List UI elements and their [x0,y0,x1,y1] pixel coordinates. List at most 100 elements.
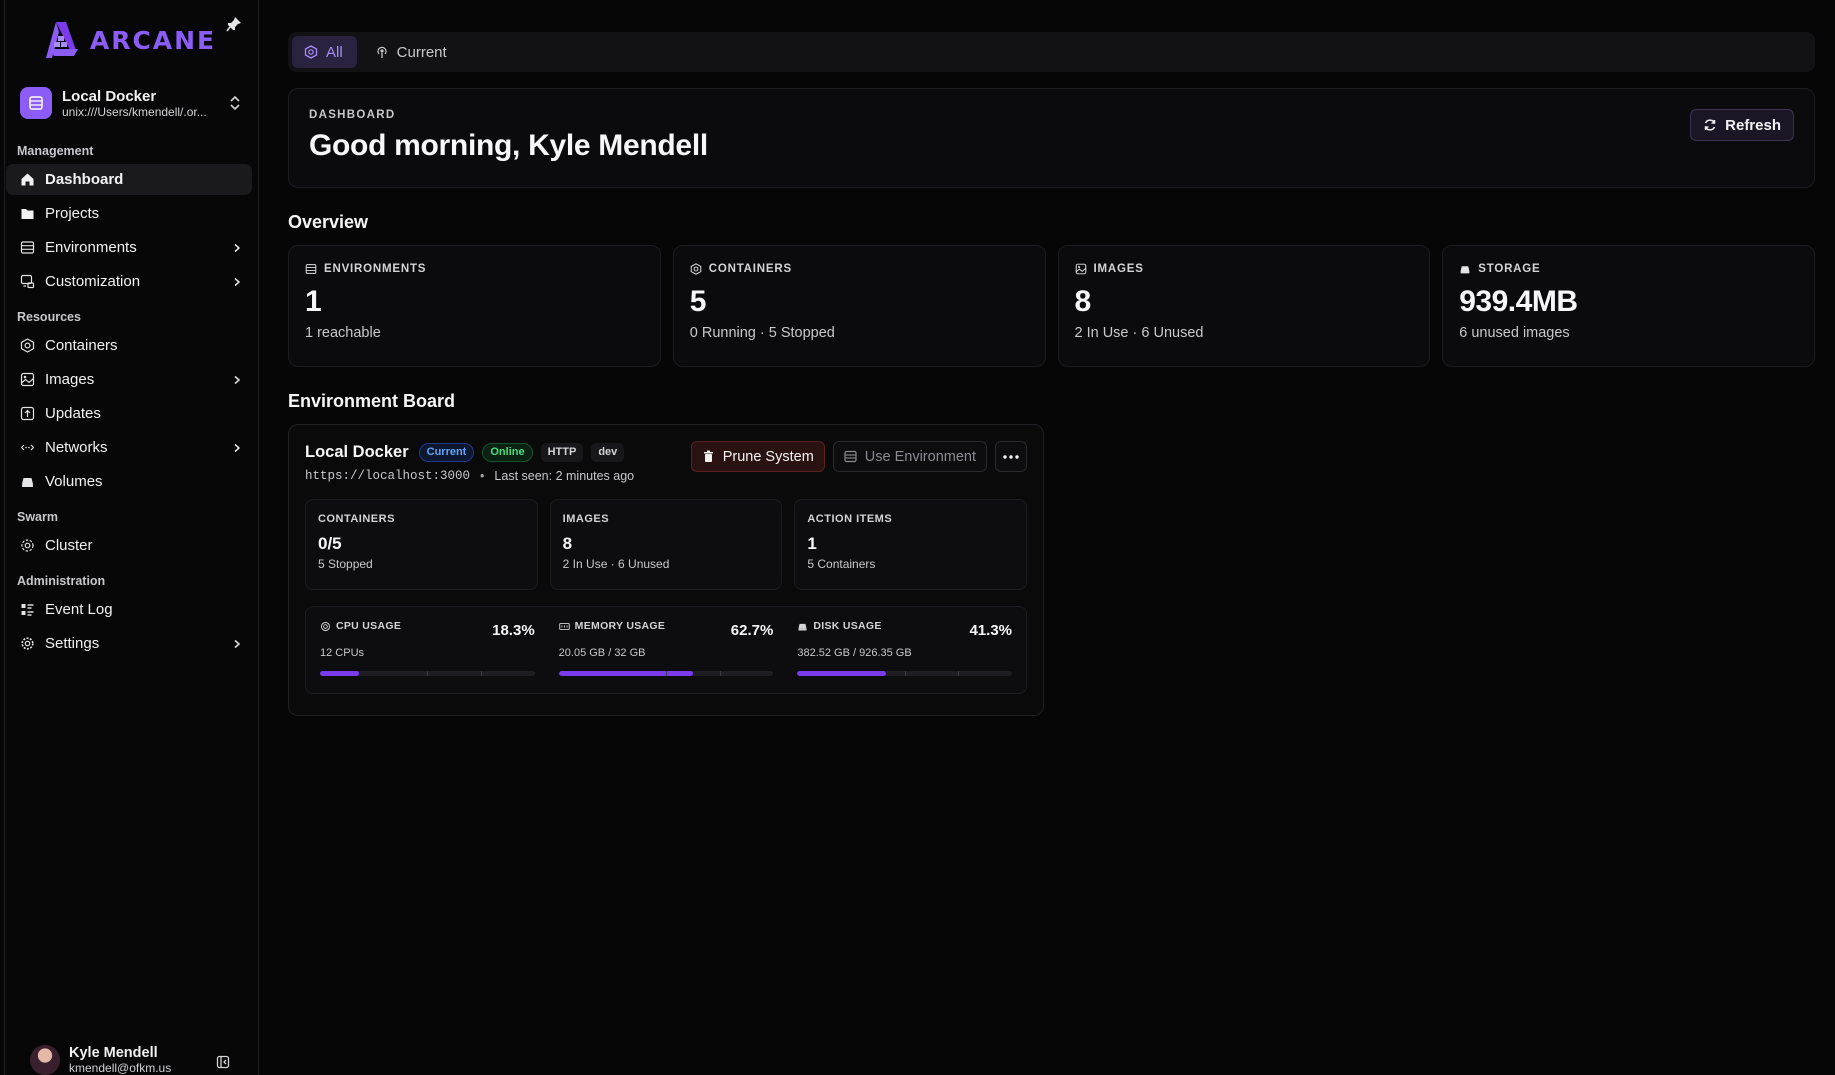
logout-icon[interactable] [216,1055,230,1069]
sidebar-section-label: Swarm [17,510,58,524]
chevron-right-icon [234,443,241,452]
sidebar-item-label: Settings [45,635,100,652]
network-icon [21,444,34,451]
scope-tabs: All Current [288,32,1815,72]
volume-icon [22,478,33,487]
dashboard-header: DASHBOARD Good morning, Kyle Mendell Ref… [288,88,1815,188]
status-badge: Online [482,442,533,462]
environment-url: https://localhost:3000 [305,469,471,483]
sidebar-section-label: Administration [17,574,106,588]
sidebar-item-networks[interactable]: Networks [6,432,252,463]
use-environment-button[interactable]: Use Environment [832,441,987,472]
more-options-button[interactable] [995,441,1027,472]
stat-card-label: IMAGES [1093,263,1144,275]
logo[interactable]: ARCANE [42,20,216,60]
usage-tick [427,671,429,676]
user-text: Kyle Mendell kmendell@ofkm.us [69,1045,171,1075]
usage-percent: 41.3% [969,622,1013,639]
storage-icon [1460,266,1470,274]
sidebar-item-label: Volumes [45,473,103,490]
stat-card-value: 8 [1074,285,1092,318]
chevron-right-icon [234,639,241,648]
environment-avatar [20,87,52,119]
separator: • [480,469,485,483]
environment-stat-action-items[interactable]: ACTION ITEMS 1 5 Containers [794,499,1028,590]
usage-memory-usage: MEMORY USAGE 62.7% 20.05 GB / 32 GB [558,620,774,680]
customize-icon [20,274,35,289]
stat-card-value: 939.4MB [1459,285,1578,318]
sidebar-item-label: Updates [45,405,101,422]
usage-progress-fill [797,671,886,676]
environment-card-name[interactable]: Local Docker [305,443,409,462]
environment-stat-images[interactable]: IMAGES 8 2 In Use · 6 Unused [549,499,783,590]
sidebar-item-label: Images [45,371,95,388]
stat-card-images[interactable]: IMAGES 8 2 In Use · 6 Unused [1057,245,1431,367]
environment-stat-value: 1 [807,534,817,553]
sidebar-edge [4,0,5,1075]
refresh-button[interactable]: Refresh [1690,109,1794,141]
refresh-label: Refresh [1725,116,1781,134]
stat-card-header: IMAGES [1075,263,1414,275]
user-name: Kyle Mendell [69,1045,158,1061]
chevrons-up-down-icon [230,95,240,111]
environment-actions: Prune System Use Environment [690,441,1027,472]
environment-stat-containers[interactable]: CONTAINERS 0/5 5 Stopped [305,499,538,590]
sidebar-item-volumes[interactable]: Volumes [6,466,252,497]
resource-usage: CPU USAGE 18.3% 12 CPUs MEMORY USAGE 62.7% 20… [305,606,1027,694]
refresh-icon [1704,119,1716,131]
overview-stats: ENVIRONMENTS 1 1 reachable CONTAINERS 5 0 Run… [288,245,1815,367]
sidebar-item-containers[interactable]: Containers [6,330,252,361]
prune-system-label: Prune System [722,448,814,465]
overview-title: Overview [288,212,369,232]
page-eyebrow: DASHBOARD [309,109,396,121]
environment-switcher-text: Local Docker unix:///Users/kmendell/.or.… [62,88,228,119]
tab-all[interactable]: All [292,36,357,68]
tab-current[interactable]: Current [363,36,461,68]
environment-stat-subtitle: 5 Stopped [318,557,373,571]
usage-tick [958,671,960,676]
usage-tick [666,671,667,676]
environment-stat-subtitle: 2 In Use · 6 Unused [562,557,670,571]
prune-system-button[interactable]: Prune System [690,441,825,472]
brand-name: ARCANE [89,25,217,55]
stat-card-containers[interactable]: CONTAINERS 5 0 Running · 5 Stopped [672,245,1046,367]
sidebar-item-event-log[interactable]: Event Log [6,594,252,625]
sidebar-item-images[interactable]: Images [6,364,252,395]
home-icon [21,173,34,186]
sidebar: ARCANE Local Docker unix:///Users/kmende… [0,0,259,1075]
pin-icon[interactable] [226,16,242,32]
environment-socket: unix:///Users/kmendell/.or... [62,104,207,119]
user-menu[interactable]: Kyle Mendell kmendell@ofkm.us [30,1045,230,1075]
logo-row: ARCANE [6,0,252,80]
tab-all-label: All [326,43,343,61]
sidebar-item-label: Customization [45,273,141,290]
stat-card-environments[interactable]: ENVIRONMENTS 1 1 reachable [288,245,661,367]
avatar [30,1045,60,1075]
stat-card-subtitle: 6 unused images [1459,325,1570,341]
protocol-badge: HTTP [540,442,584,462]
sidebar-item-settings[interactable]: Settings [6,628,252,659]
sidebar-item-cluster[interactable]: Cluster [6,530,252,561]
usage-progress-fill [320,671,360,676]
more-horizontal-icon [1003,454,1019,459]
tag-badge: dev [591,442,625,462]
environment-switcher[interactable]: Local Docker unix:///Users/kmendell/.or.… [6,80,252,126]
sidebar-item-dashboard[interactable]: Dashboard [6,164,252,195]
sidebar-item-label: Cluster [45,537,93,554]
environment-card: Local Docker Current Online HTTP dev htt… [288,424,1044,716]
container-icon [690,263,702,275]
container-icon [20,338,35,353]
environment-name: Local Docker [62,87,157,105]
environment-stat-subtitle: 5 Containers [807,557,876,571]
usage-tick [481,671,482,676]
usage-progress-bar [558,671,774,676]
usage-percent: 18.3% [492,622,535,639]
sidebar-item-environments[interactable]: Environments [6,232,252,263]
stat-card-value: 1 [305,285,322,318]
sidebar-item-customization[interactable]: Customization [6,266,252,297]
environment-mini-stats: CONTAINERS 0/5 5 Stopped IMAGES 8 2 In Use · … [305,499,1028,590]
sidebar-item-updates[interactable]: Updates [6,398,252,429]
stat-card-storage[interactable]: STORAGE 939.4MB 6 unused images [1442,245,1815,367]
cluster-icon [21,539,34,552]
sidebar-item-projects[interactable]: Projects [6,198,252,229]
